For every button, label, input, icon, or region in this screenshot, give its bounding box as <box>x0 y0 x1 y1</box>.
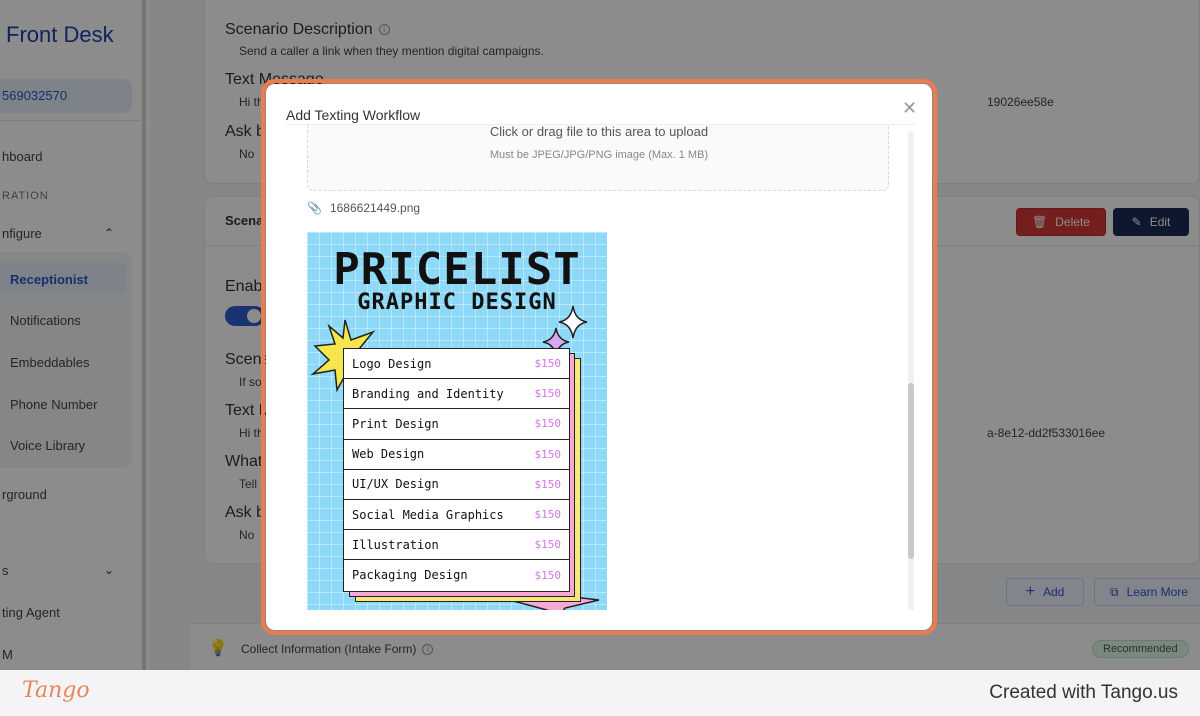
footer-credit: Created with Tango.us <box>989 682 1178 703</box>
modal-body: Click or drag file to this area to uploa… <box>286 124 916 610</box>
price-row: Packaging Design $150 <box>352 568 561 583</box>
preview-title: PRICELIST <box>333 244 581 295</box>
preview-subtitle: GRAPHIC DESIGN <box>357 290 557 315</box>
upload-dropzone[interactable]: Click or drag file to this area to uploa… <box>307 124 889 191</box>
price-row: Illustration $150 <box>344 530 569 561</box>
uploaded-file[interactable]: 📎 1686621449.png <box>307 201 420 215</box>
tango-logo: Tango <box>22 678 90 703</box>
price-row: Print Design $150 <box>344 409 569 440</box>
price-row: Branding and Identity $150 <box>344 379 569 410</box>
paperclip-icon: 📎 <box>307 201 322 215</box>
price-table: Logo Design $150 Branding and Identity $15… <box>343 348 570 592</box>
price-row: Social Media Graphics $150 <box>344 500 569 531</box>
price-row: Web Design $150 <box>344 440 569 470</box>
file-name: 1686621449.png <box>329 201 421 215</box>
modal-scrollbar-thumb[interactable] <box>908 383 914 559</box>
modal-title: Add Texting Workflow <box>286 107 421 123</box>
price-row: Logo Design $150 <box>344 349 569 380</box>
upload-hint: Must be JPEG/JPG/PNG image (Max. 1 MB) <box>489 149 709 161</box>
footer-bar: Tango Created with Tango.us <box>0 670 1200 716</box>
add-texting-workflow-modal: Add Texting Workflow ✕ Click or drag fil… <box>266 84 932 630</box>
close-icon[interactable]: ✕ <box>902 98 917 119</box>
price-row: UI/UX Design $150 <box>344 470 569 500</box>
upload-text: Click or drag file to this area to uploa… <box>489 124 709 139</box>
image-preview: PRICELIST GRAPHIC DESIGN Logo Design $150… <box>307 232 607 610</box>
